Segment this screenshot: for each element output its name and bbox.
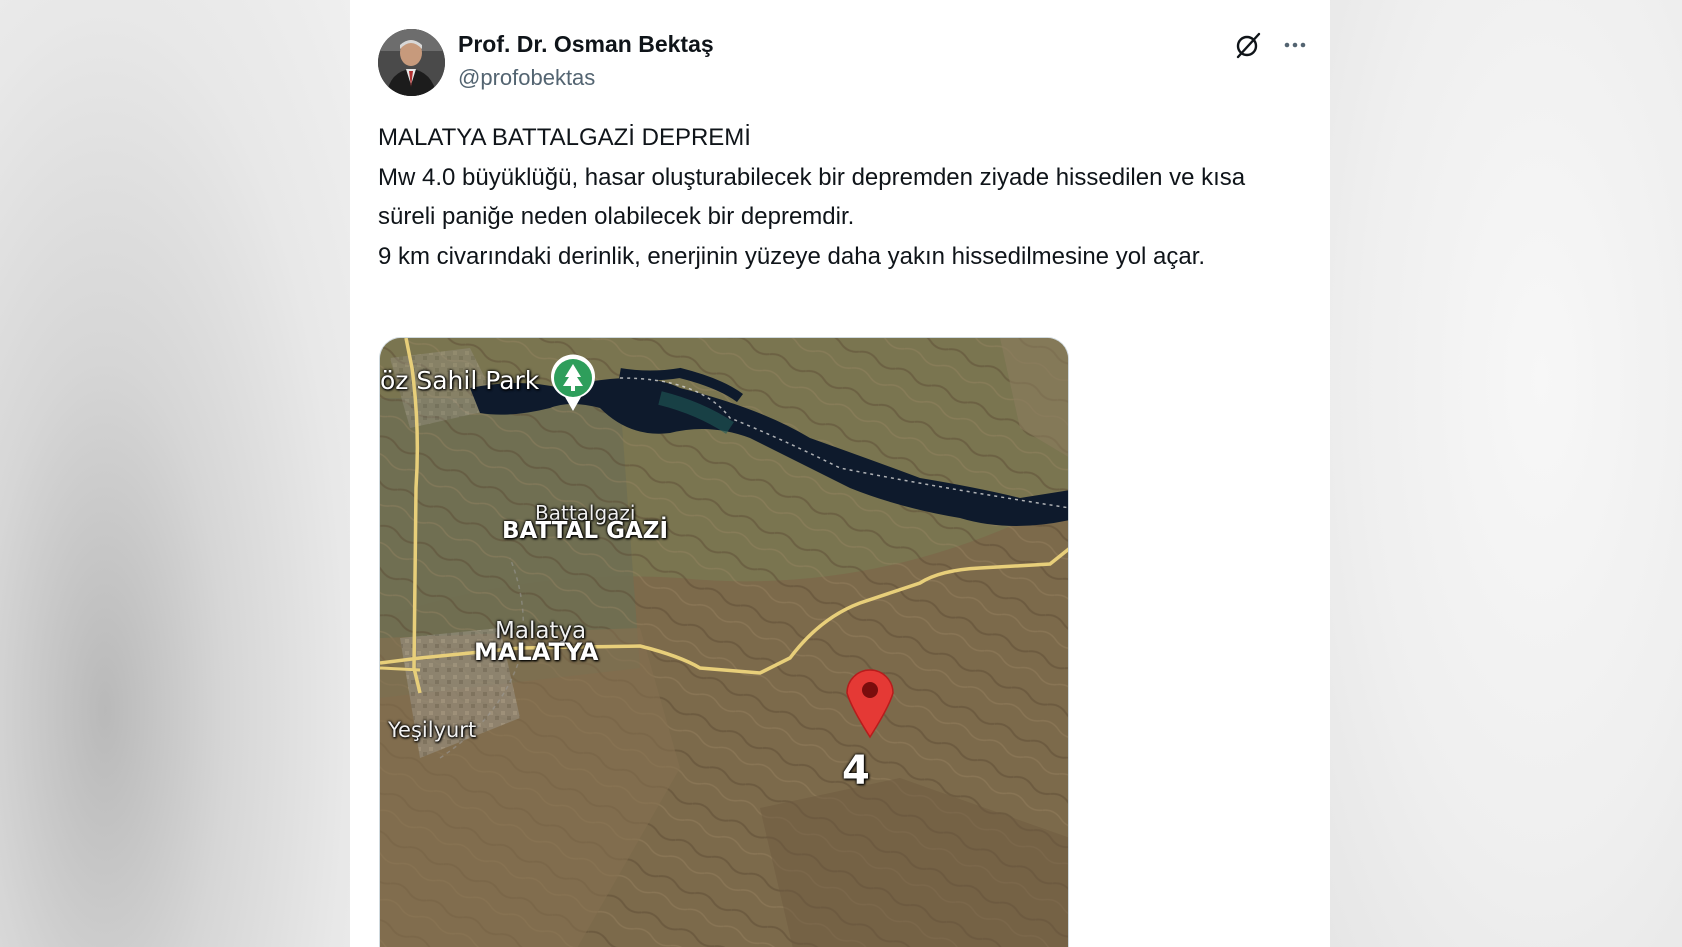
- grok-icon[interactable]: [1233, 30, 1263, 60]
- tweet-line-title: MALATYA BATTALGAZİ DEPREMİ: [378, 124, 751, 151]
- author-display-name[interactable]: Prof. Dr. Osman Bektaş: [458, 31, 714, 58]
- map-label-park: öz Sahil Park: [380, 366, 540, 395]
- map-label-magnitude: 4: [842, 748, 870, 794]
- avatar[interactable]: [378, 29, 445, 96]
- park-pin-icon: [551, 354, 595, 411]
- background-left: [0, 0, 350, 947]
- map-image[interactable]: öz Sahil Park Battalgazi BATTAL GAZİ Mal…: [379, 337, 1069, 947]
- background-right: [1330, 0, 1682, 947]
- tweet-card: Prof. Dr. Osman Bektaş @profobektas MALA…: [350, 0, 1330, 947]
- map-label-yesilyurt: Yeşilyurt: [388, 718, 477, 742]
- map-label-malatya: MALATYA: [474, 638, 599, 666]
- tweet-text: MALATYA BATTALGAZİ DEPREMİ Mw 4.0 büyükl…: [378, 118, 1298, 276]
- tweet-line-depth: 9 km civarındaki derinlik, enerjinin yüz…: [378, 242, 1206, 270]
- author-handle[interactable]: @profobektas: [458, 65, 595, 91]
- earthquake-location-pin-icon: [846, 669, 894, 739]
- more-options-icon[interactable]: [1280, 30, 1310, 60]
- tweet-line-magnitude: Mw 4.0 büyüklüğü, hasar oluşturabilecek …: [378, 163, 1246, 231]
- map-label-battalgazi: BATTAL GAZİ: [502, 518, 669, 544]
